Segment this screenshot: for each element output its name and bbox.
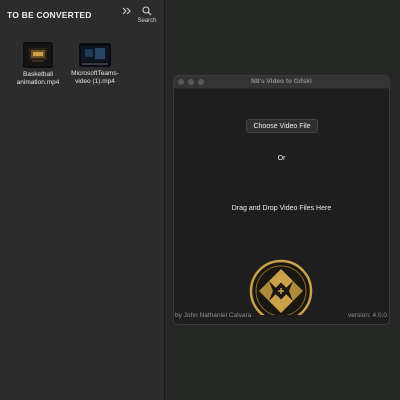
file-item-basketball[interactable]: Basketball animation.mp4 [8, 42, 68, 87]
file-item-teams-video[interactable]: MicrosoftTeams- video (1).mp4 [65, 42, 125, 86]
search-label: Search [137, 18, 157, 24]
search-button[interactable]: Search [136, 6, 158, 28]
video-thumbnail [23, 42, 53, 68]
chevron-double-right-icon[interactable] [122, 6, 132, 16]
file-name: MicrosoftTeams- video (1).mp4 [71, 70, 119, 85]
or-label: Or [277, 155, 286, 162]
version-label: version: 4.0.0 [347, 312, 387, 319]
video-thumbnail [79, 43, 111, 67]
search-icon [142, 6, 152, 16]
folder-title: TO BE CONVERTED [7, 10, 92, 20]
file-name: Basketball animation.mp4 [16, 71, 60, 86]
finder-window: TO BE CONVERTED Search Basketball animat… [0, 0, 165, 400]
drop-zone-label: Drag and Drop Video Files Here [231, 205, 332, 212]
author-credit: by John Nathaniel Calvara [175, 312, 252, 319]
window-title: N8's Video to Gifski [251, 78, 312, 85]
title-bar[interactable]: N8's Video to Gifski [174, 76, 389, 89]
choose-video-file-button[interactable]: Choose Video File [246, 119, 318, 133]
app-window: N8's Video to Gifski Choose Video File O… [173, 75, 390, 325]
app-logo-icon [249, 259, 313, 315]
